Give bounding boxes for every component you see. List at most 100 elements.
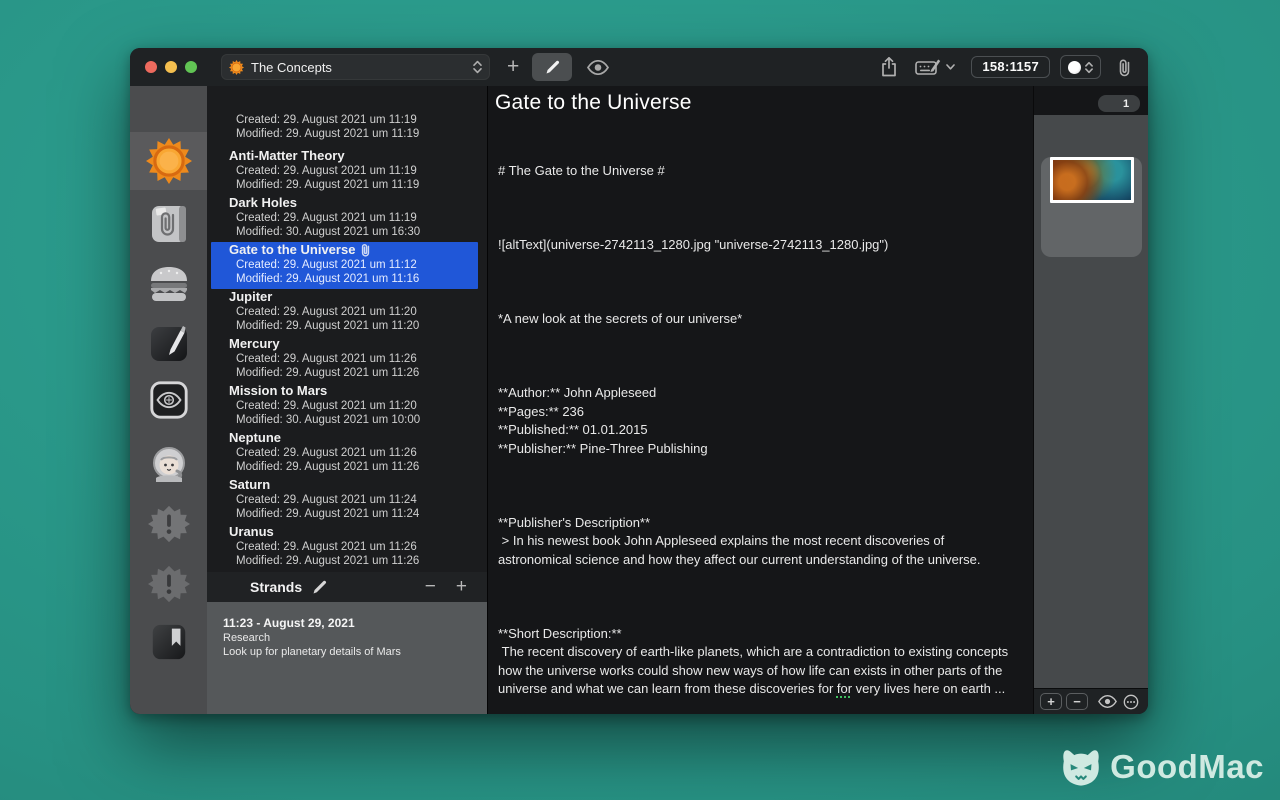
note-title: Mission to Mars — [229, 383, 478, 399]
strand-time: 11:23 - August 29, 2021 — [223, 615, 471, 631]
notebook-item-important-2[interactable] — [130, 556, 207, 612]
astronaut-icon — [147, 444, 191, 488]
titlebar: The Concepts + — [130, 48, 1148, 86]
attachment-card[interactable] — [1041, 157, 1142, 257]
notebook-item-journal[interactable] — [130, 196, 207, 252]
traffic-lights — [145, 61, 197, 73]
editor-column: Gate to the Universe # The Gate to the U… — [487, 86, 1033, 714]
burger-icon — [147, 262, 191, 306]
notebook-rail — [130, 86, 207, 714]
note-modified: Modified: 29. August 2021 um 11:19 — [229, 127, 478, 141]
md-meta: **Author:** John Appleseed **Pages:** 23… — [498, 384, 1021, 458]
note-list-column: Created: 29. August 2021 um 11:19 Modifi… — [207, 86, 487, 714]
attachment-button[interactable] — [1117, 58, 1132, 77]
attachment-thumbnail — [1050, 157, 1134, 203]
preview-mode-button[interactable] — [587, 60, 609, 75]
attachments-toolbar: + − — [1034, 688, 1148, 714]
note-title-text: Gate to the Universe — [229, 242, 355, 258]
note-modified: Modified: 29. August 2021 um 11:16 — [229, 272, 469, 286]
md-short-description: **Short Description:** The recent discov… — [498, 625, 1021, 699]
close-button[interactable] — [145, 61, 157, 73]
notebook-item-space[interactable] — [130, 438, 207, 494]
attachments-column: 1 + − — [1033, 86, 1148, 714]
note-row[interactable]: Anti-Matter Theory Created: 29. August 2… — [207, 148, 487, 195]
ellipsis-circle-icon — [1123, 694, 1139, 710]
note-modified: Modified: 29. August 2021 um 11:20 — [229, 319, 478, 333]
eye-icon — [587, 60, 609, 75]
zoom-button[interactable] — [185, 61, 197, 73]
strand-panel[interactable]: 11:23 - August 29, 2021 Research Look up… — [207, 602, 487, 714]
notebook-item-archive[interactable] — [130, 614, 207, 670]
note-row[interactable]: Jupiter Created: 29. August 2021 um 11:2… — [207, 289, 487, 336]
book-bookmark-icon — [148, 621, 190, 663]
word-char-counter: 158:1157 — [971, 56, 1050, 78]
note-row[interactable]: Neptune Created: 29. August 2021 um 11:2… — [207, 430, 487, 477]
share-button[interactable] — [881, 57, 897, 77]
note-row[interactable]: Uranus Created: 29. August 2021 um 11:26… — [207, 524, 487, 571]
chevron-up-down-icon — [1085, 61, 1093, 74]
strand-category: Research — [223, 631, 471, 645]
attachment-add-button[interactable]: + — [1040, 693, 1062, 710]
note-row-partial[interactable]: Created: 29. August 2021 um 11:19 Modifi… — [207, 113, 487, 148]
note-modified: Modified: 29. August 2021 um 11:19 — [229, 178, 478, 192]
attachments-header: 1 — [1034, 86, 1148, 115]
note-created: Created: 29. August 2021 um 11:20 — [229, 305, 478, 319]
notebook-item-watchlist[interactable] — [130, 372, 207, 428]
attachment-more-button[interactable] — [1123, 694, 1139, 710]
attachment-remove-button[interactable]: − — [1066, 693, 1088, 710]
markup-toolbar-button[interactable] — [915, 58, 955, 76]
note-row-selected[interactable]: Gate to the Universe Created: 29. August… — [211, 242, 478, 289]
edit-mode-button[interactable] — [532, 53, 572, 81]
notebook-item-recipes[interactable] — [130, 256, 207, 312]
note-modified: Modified: 30. August 2021 um 16:30 — [229, 225, 478, 239]
md-publisher-description: **Publisher's Description** > In his new… — [498, 514, 1021, 570]
note-title: Uranus — [229, 524, 478, 540]
note-modified: Modified: 29. August 2021 um 11:26 — [229, 366, 478, 380]
strands-title: Strands — [250, 579, 302, 595]
paperclip-icon — [360, 243, 371, 257]
note-created: Created: 29. August 2021 um 11:12 — [229, 258, 469, 272]
note-list[interactable]: Created: 29. August 2021 um 11:19 Modifi… — [207, 86, 487, 572]
note-created: Created: 29. August 2021 um 11:19 — [229, 113, 478, 127]
note-row[interactable]: Saturn Created: 29. August 2021 um 11:24… — [207, 477, 487, 524]
grammar-hint-word: for — [837, 681, 852, 696]
notebook-selector[interactable]: The Concepts — [221, 54, 490, 80]
note-title-heading: Gate to the Universe — [488, 86, 1033, 116]
note-row[interactable]: Dark Holes Created: 29. August 2021 um 1… — [207, 195, 487, 242]
note-row[interactable]: Mercury Created: 29. August 2021 um 11:2… — [207, 336, 487, 383]
md-image: ![altText](universe-2742113_1280.jpg "un… — [498, 236, 1021, 255]
strand-remove-button[interactable]: − — [421, 578, 440, 596]
md-heading: # The Gate to the Universe # — [498, 162, 1021, 181]
minimize-button[interactable] — [165, 61, 177, 73]
note-created: Created: 29. August 2021 um 11:24 — [229, 493, 478, 507]
md-short-description-heading: **Short Description:** — [498, 626, 622, 641]
note-title: Mercury — [229, 336, 478, 352]
chevron-up-down-icon — [473, 60, 482, 74]
note-title: Neptune — [229, 430, 478, 446]
attachment-count-badge: 1 — [1098, 95, 1140, 112]
notebook-item-important-1[interactable] — [130, 496, 207, 552]
md-short-description-post: very lives here on earth ... — [852, 681, 1005, 696]
sun-icon — [229, 60, 244, 75]
note-modified: Modified: 29. August 2021 um 11:24 — [229, 507, 478, 521]
markdown-editor[interactable]: # The Gate to the Universe # ![altText](… — [488, 116, 1033, 714]
notebook-paperclip-icon — [147, 202, 191, 246]
pencil-icon[interactable] — [311, 579, 328, 596]
markup-keyboard-icon — [915, 58, 941, 76]
strand-add-button[interactable]: + — [452, 578, 471, 596]
attachment-preview-button[interactable] — [1098, 695, 1117, 708]
new-note-button[interactable]: + — [507, 57, 519, 77]
note-created: Created: 29. August 2021 um 11:19 — [229, 164, 478, 178]
badge-exclamation-icon — [148, 503, 190, 545]
status-selector[interactable] — [1060, 55, 1101, 79]
watermark-text: GoodMac — [1110, 748, 1264, 786]
note-modified: Modified: 29. August 2021 um 11:26 — [229, 554, 478, 568]
notebook-item-concepts[interactable] — [130, 132, 207, 190]
notebook-item-notes[interactable] — [130, 316, 207, 372]
note-row[interactable]: Mission to Mars Created: 29. August 2021… — [207, 383, 487, 430]
note-created: Created: 29. August 2021 um 11:20 — [229, 399, 478, 413]
note-modified: Modified: 29. August 2021 um 11:26 — [229, 460, 478, 474]
note-title: Saturn — [229, 477, 478, 493]
notebook-selector-label: The Concepts — [251, 60, 473, 75]
note-title: Gate to the Universe — [229, 242, 469, 258]
